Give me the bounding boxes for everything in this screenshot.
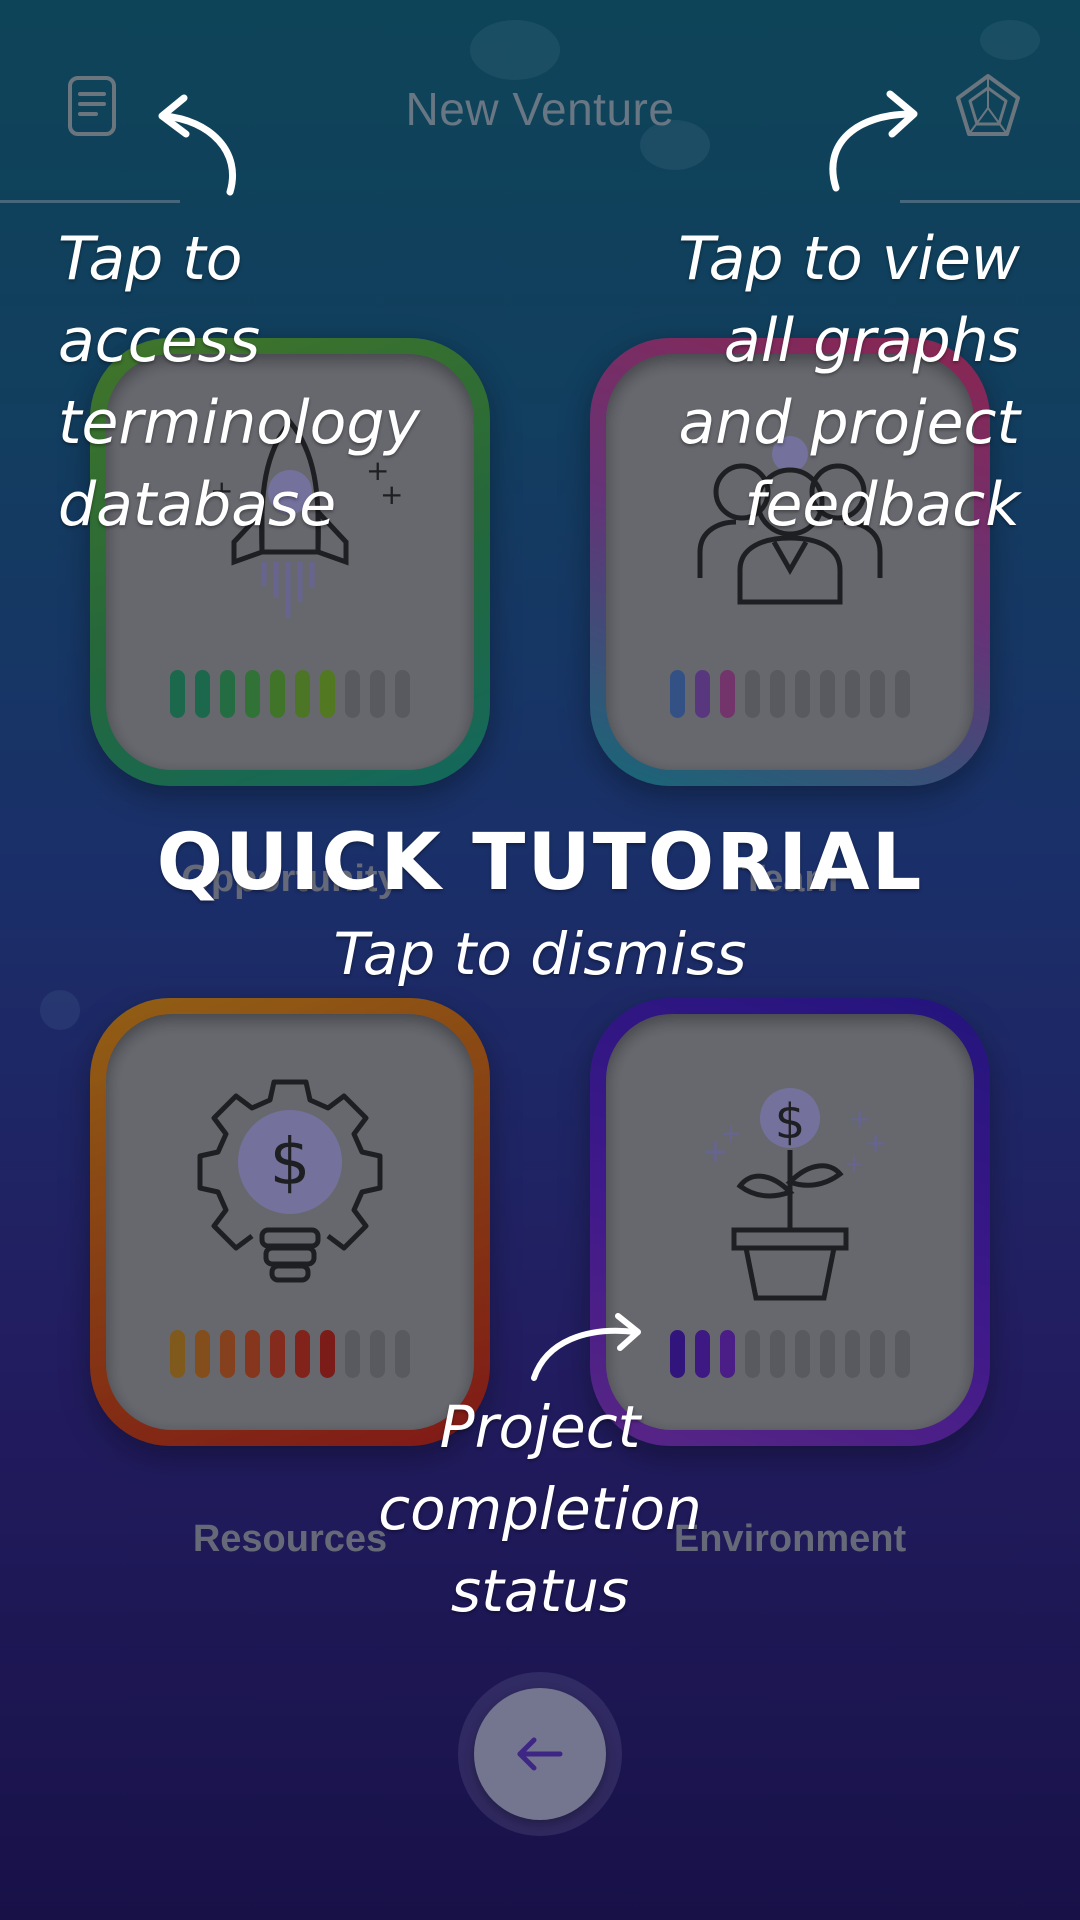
money-plant-icon: $ + + + + +	[702, 1088, 887, 1301]
background-speck	[470, 20, 560, 80]
progress-segment-filled	[695, 1330, 710, 1378]
card-resources[interactable]: $	[90, 998, 490, 1446]
progress-segment-filled	[720, 670, 735, 718]
tutorial-hint-graphs: Tap to view all graphs and project feedb…	[678, 224, 1020, 540]
tutorial-arrow-right-icon	[829, 90, 918, 192]
progress-segment-empty	[820, 1330, 835, 1378]
progress-segment-empty	[745, 670, 760, 718]
progress-segment-filled	[320, 670, 335, 718]
card-body: $ + + + + +	[606, 1014, 974, 1430]
progress-segment-filled	[170, 670, 185, 718]
arrow-left-icon	[517, 1737, 563, 1771]
radar-chart-icon[interactable]	[952, 70, 1024, 142]
tutorial-hint-status: Project completion status	[378, 1393, 702, 1625]
progress-segment-empty	[820, 670, 835, 718]
progress-segment-empty	[345, 1330, 360, 1378]
progress-bars	[606, 670, 974, 718]
progress-bars	[606, 1330, 974, 1378]
progress-segment-filled	[720, 1330, 735, 1378]
back-button[interactable]	[474, 1688, 606, 1820]
progress-segment-filled	[245, 1330, 260, 1378]
svg-text:+: +	[864, 1126, 887, 1159]
progress-segment-empty	[395, 1330, 410, 1378]
progress-segment-filled	[295, 1330, 310, 1378]
progress-bars	[106, 1330, 474, 1378]
progress-segment-empty	[795, 1330, 810, 1378]
progress-segment-empty	[370, 1330, 385, 1378]
svg-text:+: +	[720, 1119, 742, 1149]
svg-text:$: $	[775, 1094, 806, 1150]
background-speck	[980, 20, 1040, 60]
progress-segment-filled	[320, 1330, 335, 1378]
progress-segment-empty	[895, 670, 910, 718]
progress-segment-empty	[345, 670, 360, 718]
progress-bars	[106, 670, 474, 718]
progress-segment-empty	[845, 1330, 860, 1378]
progress-segment-filled	[270, 670, 285, 718]
progress-segment-filled	[245, 670, 260, 718]
progress-segment-filled	[220, 670, 235, 718]
progress-segment-empty	[370, 670, 385, 718]
progress-segment-empty	[395, 670, 410, 718]
progress-segment-empty	[770, 1330, 785, 1378]
progress-segment-empty	[845, 670, 860, 718]
idea-gear-icon: $	[197, 1079, 383, 1283]
progress-segment-empty	[870, 670, 885, 718]
progress-segment-filled	[670, 1330, 685, 1378]
card-body: $	[106, 1014, 474, 1430]
progress-segment-empty	[745, 1330, 760, 1378]
progress-segment-filled	[670, 670, 685, 718]
tutorial-heading: QUICK TUTORIAL	[156, 818, 924, 908]
progress-segment-filled	[295, 670, 310, 718]
progress-segment-empty	[770, 670, 785, 718]
background-speck	[40, 990, 80, 1030]
progress-segment-filled	[195, 1330, 210, 1378]
progress-segment-filled	[170, 1330, 185, 1378]
svg-text:+: +	[844, 1150, 864, 1178]
svg-text:$: $	[270, 1126, 311, 1200]
progress-segment-filled	[270, 1330, 285, 1378]
card-environment[interactable]: $ + + + + +	[590, 998, 990, 1446]
tutorial-arrow-left-icon	[158, 94, 236, 196]
tutorial-dismiss-hint[interactable]: Tap to dismiss	[0, 920, 1080, 988]
tutorial-arrow-status-icon	[531, 1313, 641, 1381]
progress-segment-empty	[795, 670, 810, 718]
progress-segment-filled	[195, 670, 210, 718]
tutorial-hint-terminology: Tap to access terminology database	[58, 224, 420, 540]
progress-segment-filled	[220, 1330, 235, 1378]
progress-segment-filled	[695, 670, 710, 718]
progress-segment-empty	[870, 1330, 885, 1378]
header-divider-right	[900, 200, 1080, 203]
progress-segment-empty	[895, 1330, 910, 1378]
